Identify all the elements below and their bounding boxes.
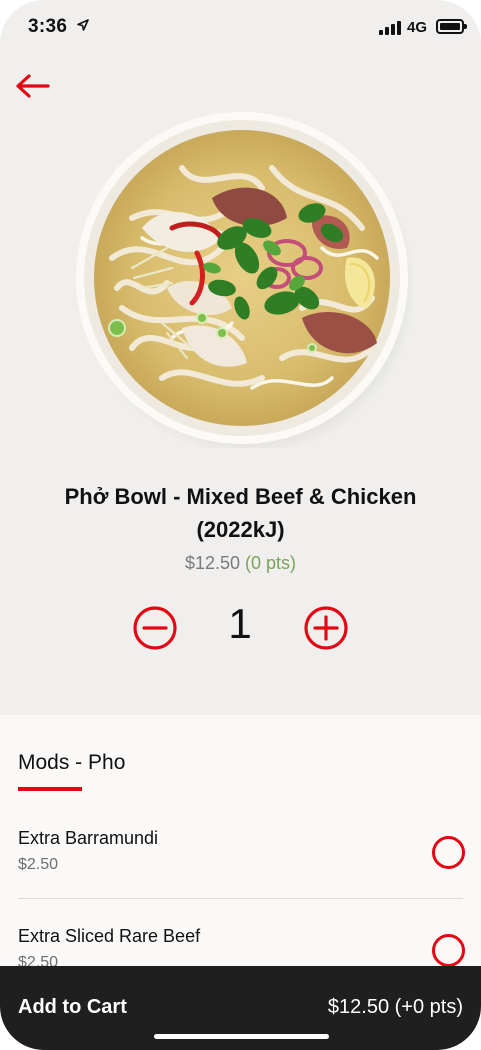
add-to-cart-button[interactable]: Add to Cart $12.50 (+0 pts) xyxy=(0,966,481,1050)
home-indicator[interactable] xyxy=(154,1034,329,1039)
mod-price: $2.50 xyxy=(18,856,59,873)
mods-title-underline xyxy=(18,787,82,791)
mod-name: Extra Sliced Rare Beef xyxy=(18,926,201,946)
price-row: $12.50 (0 pts) xyxy=(0,553,481,574)
network-type: 4G xyxy=(407,19,428,36)
mod-radio-button[interactable] xyxy=(432,836,465,869)
cart-total: $12.50 (+0 pts) xyxy=(327,996,463,1018)
arrow-left-icon xyxy=(16,74,50,98)
mod-radio-button[interactable] xyxy=(432,934,465,967)
battery-icon xyxy=(436,19,467,34)
status-bar: 3:36 4G xyxy=(0,0,481,56)
plus-circle-icon xyxy=(304,606,348,650)
divider xyxy=(18,898,463,899)
pho-bowl-image xyxy=(76,112,412,448)
product-name: Phở Bowl - Mixed Beef & Chicken (2022kJ) xyxy=(64,484,417,542)
location-arrow-icon xyxy=(77,19,89,31)
decrease-quantity-button[interactable] xyxy=(132,605,178,651)
app-screen: 3:36 4G Phở Bowl - Mixed Beef & Chicken … xyxy=(0,0,481,1050)
signal-icon xyxy=(379,21,403,35)
increase-quantity-button[interactable] xyxy=(303,605,349,651)
mods-title: Mods - Pho xyxy=(18,751,126,774)
product-points: (0 pts) xyxy=(245,553,297,573)
back-button[interactable] xyxy=(14,70,52,102)
product-price: $12.50 xyxy=(184,553,241,573)
add-to-cart-label: Add to Cart xyxy=(18,996,127,1018)
status-time: 3:36 xyxy=(28,16,68,37)
quantity-value: 1 xyxy=(228,600,252,647)
mod-name: Extra Barramundi xyxy=(18,828,159,848)
mod-item-extra-barramundi[interactable]: Extra Barramundi $2.50 xyxy=(0,828,481,926)
minus-circle-icon xyxy=(133,606,177,650)
